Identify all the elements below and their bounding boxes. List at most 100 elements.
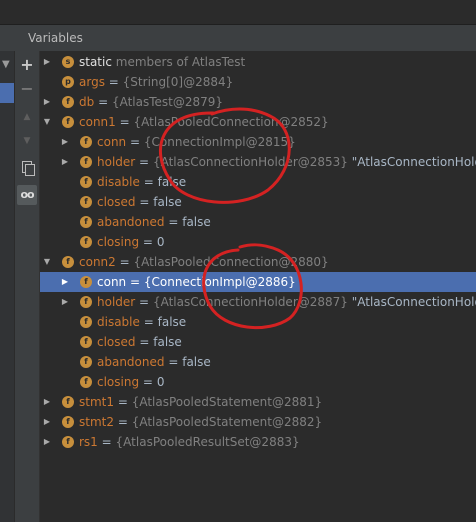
copy-icon[interactable]	[17, 158, 37, 178]
var-name: stmt2	[79, 415, 114, 429]
equals-sign: =	[143, 315, 154, 329]
tree-row-conn1[interactable]: ▼ f conn1 = {AtlasPooledConnection@2852}	[40, 112, 476, 132]
tree-row-stmt2[interactable]: ▶ f stmt2 = {AtlasPooledStatement@2882}	[40, 412, 476, 432]
var-name: disable	[97, 315, 140, 329]
var-name: conn	[97, 135, 127, 149]
tree-row-conn1-disable[interactable]: f disable = false	[40, 172, 476, 192]
tree-row-conn2[interactable]: ▼ f conn2 = {AtlasPooledConnection@2880}	[40, 252, 476, 272]
tree-row-rs1[interactable]: ▶ f rs1 = {AtlasPooledResultSet@2883}	[40, 432, 476, 452]
show-watches-toggle-icon[interactable]: oo	[17, 185, 37, 205]
var-value: 0	[156, 235, 165, 249]
tree-row-conn1-abandoned[interactable]: f abandoned = false	[40, 212, 476, 232]
tree-row-conn1-closed[interactable]: f closed = false	[40, 192, 476, 212]
expand-arrow-icon[interactable]: ▶	[60, 272, 70, 292]
var-value: {String[0]@2884}	[122, 75, 234, 89]
field-badge-icon: f	[80, 196, 92, 208]
equals-sign: =	[101, 435, 112, 449]
var-value: {AtlasPooledConnection@2880}	[133, 255, 329, 269]
expand-arrow-icon[interactable]: ▶	[42, 432, 52, 452]
field-badge-icon: f	[62, 436, 74, 448]
tree-row-args[interactable]: p args = {String[0]@2884}	[40, 72, 476, 92]
var-value: {AtlasPooledStatement@2881}	[131, 395, 323, 409]
static-badge-icon: s	[62, 56, 74, 68]
expand-arrow-icon[interactable]: ▶	[60, 132, 70, 152]
equals-sign: =	[139, 195, 150, 209]
tree-row-conn1-holder[interactable]: ▶ f holder = {AtlasConnectionHolder@2853…	[40, 152, 476, 172]
var-name: closing	[97, 375, 140, 389]
equals-sign: =	[139, 335, 150, 349]
field-badge-icon: f	[62, 416, 74, 428]
move-up-button[interactable]: ▲	[17, 107, 37, 127]
variables-header: Variables	[0, 25, 476, 52]
tree-row-stmt1[interactable]: ▶ f stmt1 = {AtlasPooledStatement@2881}	[40, 392, 476, 412]
var-name: stmt1	[79, 395, 114, 409]
variables-tree: ▶ s static members of AtlasTest p args =…	[40, 52, 476, 522]
equals-sign: =	[129, 275, 141, 289]
var-name: args	[79, 75, 105, 89]
var-name: conn1	[79, 115, 116, 129]
equals-sign: =	[117, 415, 128, 429]
var-value: {AtlasConnectionHolder@2853}	[152, 155, 348, 169]
var-name: abandoned	[97, 355, 165, 369]
equals-sign: =	[139, 295, 150, 309]
var-value: false	[153, 195, 182, 209]
tree-row-conn2-conn-selected[interactable]: ▶ f conn = {ConnectionImpl@2886}	[40, 272, 476, 292]
var-value: {AtlasPooledResultSet@2883}	[115, 435, 300, 449]
move-down-button[interactable]: ▼	[17, 131, 37, 151]
var-value: false	[182, 215, 211, 229]
field-badge-icon: f	[80, 276, 92, 288]
parameter-badge-icon: p	[62, 76, 74, 88]
field-badge-icon: f	[80, 216, 92, 228]
var-name: closed	[97, 335, 136, 349]
tree-row-conn1-conn[interactable]: ▶ f conn = {ConnectionImpl@2815}	[40, 132, 476, 152]
equals-sign: =	[168, 215, 179, 229]
var-value: 0	[156, 375, 165, 389]
var-value: false	[157, 315, 187, 329]
var-string-preview: "AtlasConnectionHolder	[351, 295, 476, 309]
var-name: rs1	[79, 435, 98, 449]
field-badge-icon: f	[62, 396, 74, 408]
tree-row-conn2-closing[interactable]: f closing = 0	[40, 372, 476, 392]
tree-row-conn2-abandoned[interactable]: f abandoned = false	[40, 352, 476, 372]
var-name: disable	[97, 175, 140, 189]
field-badge-icon: f	[62, 256, 74, 268]
expand-arrow-icon[interactable]: ▶	[42, 52, 52, 72]
tree-row-static[interactable]: ▶ s static members of AtlasTest	[40, 52, 476, 72]
panel-title: Variables	[28, 31, 83, 45]
expand-arrow-icon[interactable]: ▶	[42, 392, 52, 412]
expand-arrow-icon[interactable]: ▶	[60, 152, 70, 172]
field-badge-icon: f	[62, 116, 74, 128]
var-value: false	[157, 175, 187, 189]
field-badge-icon: f	[80, 356, 92, 368]
equals-sign: =	[143, 175, 154, 189]
field-badge-icon: f	[80, 236, 92, 248]
var-value: {ConnectionImpl@2886}	[143, 275, 296, 289]
dropdown-arrow-icon[interactable]: ▼	[2, 59, 10, 70]
top-strip	[0, 0, 476, 25]
collapse-arrow-icon[interactable]: ▼	[42, 252, 52, 272]
tree-row-db[interactable]: ▶ f db = {AtlasTest@2879}	[40, 92, 476, 112]
tree-row-conn2-holder[interactable]: ▶ f holder = {AtlasConnectionHolder@2887…	[40, 292, 476, 312]
var-name: conn2	[79, 255, 116, 269]
tree-row-conn2-closed[interactable]: f closed = false	[40, 332, 476, 352]
tree-row-conn1-closing[interactable]: f closing = 0	[40, 232, 476, 252]
var-name: static	[79, 55, 112, 69]
var-name: abandoned	[97, 215, 165, 229]
var-value: false	[182, 355, 211, 369]
equals-sign: =	[108, 75, 119, 89]
expand-arrow-icon[interactable]: ▶	[60, 292, 70, 312]
var-name: holder	[97, 155, 136, 169]
var-string-preview: "AtlasConnectionHolder	[351, 155, 476, 169]
equals-sign: =	[119, 255, 130, 269]
frames-column: ▼	[0, 51, 15, 522]
var-name: closed	[97, 195, 136, 209]
expand-arrow-icon[interactable]: ▶	[42, 412, 52, 432]
tree-row-conn2-disable[interactable]: f disable = false	[40, 312, 476, 332]
equals-sign: =	[119, 115, 130, 129]
collapse-arrow-icon[interactable]: ▼	[42, 112, 52, 132]
add-watch-button[interactable]: +	[17, 55, 37, 75]
field-badge-icon: f	[80, 336, 92, 348]
expand-arrow-icon[interactable]: ▶	[42, 92, 52, 112]
remove-watch-button[interactable]: −	[17, 79, 37, 99]
selected-frame-strip[interactable]	[0, 83, 14, 103]
